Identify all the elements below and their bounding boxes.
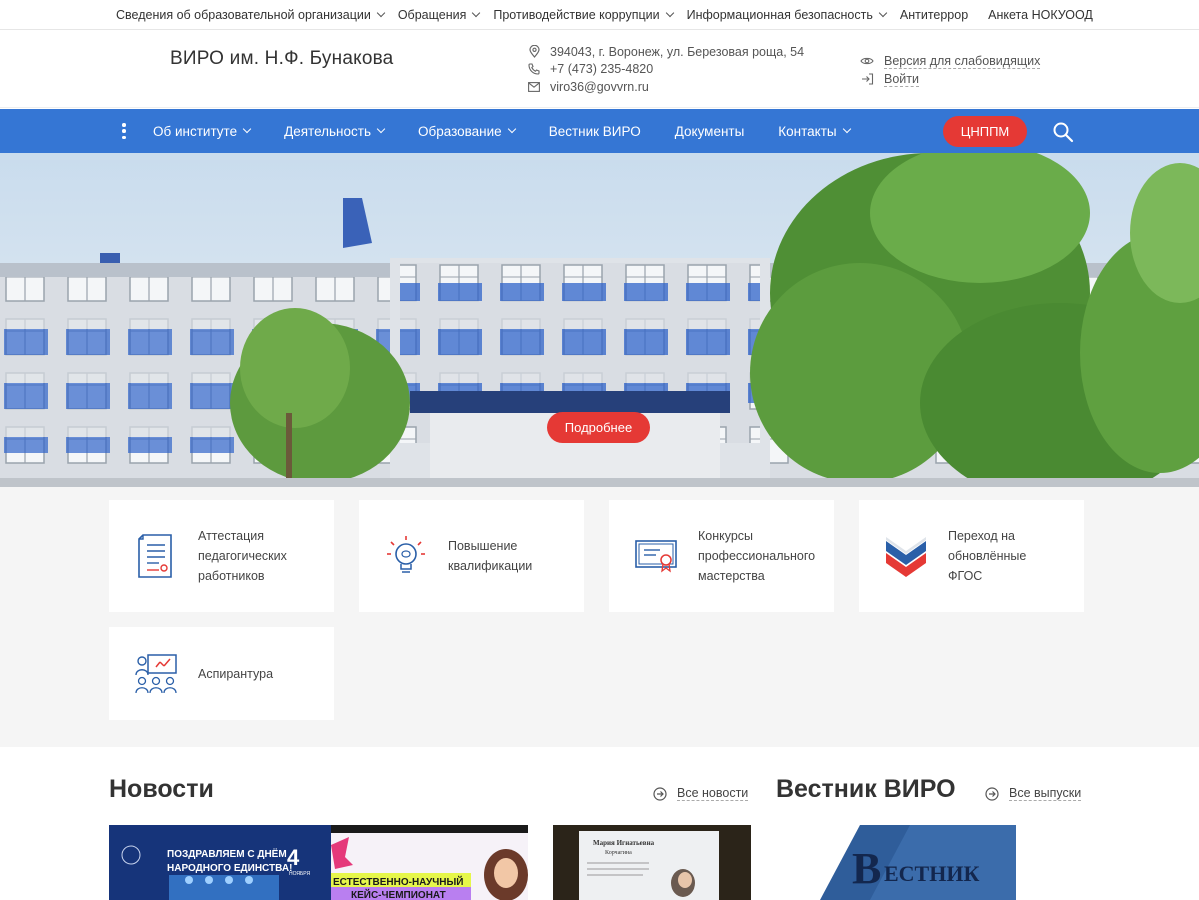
news-caption-line2: НАРОДНОГО ЕДИНСТВА! [167, 863, 292, 874]
topbar-item-appeals[interactable]: Обращения [397, 7, 481, 22]
nav-item-label: Деятельность [284, 123, 371, 139]
all-news-label: Все новости [677, 786, 749, 801]
service-card-label: Аттестация педагогических работников [198, 529, 287, 583]
vestnik-cover-art: В ЕСТНИК [800, 825, 1016, 900]
news-caption-line2: Корчагина [605, 850, 632, 856]
lightbulb-icon [384, 532, 428, 580]
vestnik-cover-word: ЕСТНИК [884, 861, 979, 886]
topbar-item-label: Анкета НОКУООД [988, 7, 1093, 22]
chevron-down-icon [376, 8, 386, 17]
topbar-item-survey[interactable]: Анкета НОКУООД [988, 8, 1093, 22]
service-card-fgos[interactable]: Переход на обновлённые ФГОС [859, 500, 1084, 612]
news-caption-line2: КЕЙС-ЧЕМПИОНАТ [351, 888, 446, 900]
news-card-unity-day[interactable]: ПОЗДРАВЛЯЕМ С ДНЁМ НАРОДНОГО ЕДИНСТВА! 4… [109, 825, 334, 900]
news-card-conference[interactable]: Мария Игнатьевна Корчагина [553, 825, 751, 900]
vestnik-heading: Вестник ВИРО [776, 775, 956, 803]
chevron-down-icon [878, 8, 888, 17]
chevron-down-icon [376, 124, 386, 134]
arrow-circle-right-icon [985, 786, 999, 801]
site-header: ВИРО им. Н.Ф. Бунакова 394043, г. Вороне… [0, 30, 1199, 108]
nav-item-documents[interactable]: Документы [675, 124, 745, 139]
nav-item-activity[interactable]: Деятельность [284, 123, 386, 139]
service-card-attestation[interactable]: Аттестация педагогических работников [109, 500, 334, 612]
services-section: Аттестация педагогических работников Повыш… [0, 487, 1199, 747]
address-text: 394043, г. Воронеж, ул. Березовая роща, … [550, 44, 805, 59]
topbar-item-label: Сведения об образовательной организации [116, 7, 371, 22]
hero-more-button[interactable]: Подробнее [547, 412, 650, 443]
address-row: 394043, г. Воронеж, ул. Березовая роща, … [527, 43, 804, 61]
news-card-case-championship[interactable]: ЕСТЕСТВЕННО-НАУЧНЫЙ КЕЙС-ЧЕМПИОНАТ [331, 825, 528, 900]
eye-icon [860, 54, 874, 68]
chevron-down-icon [842, 124, 851, 134]
news-thumbnail: Мария Игнатьевна Корчагина [553, 825, 751, 900]
login-arrow-icon [860, 72, 874, 86]
login-label: Войти [884, 71, 919, 87]
topbar-item-label: Антитеррор [899, 7, 969, 22]
topbar-item-label: Обращения [397, 7, 467, 22]
map-pin-icon [527, 45, 541, 59]
topbar-item-org-info[interactable]: Сведения об образовательной организации [116, 7, 386, 22]
header-links: Версия для слабовидящих Войти [860, 52, 1041, 88]
phone-text: +7 (473) 235-4820 [550, 62, 654, 77]
fgos-logo-icon [884, 532, 928, 580]
chevron-down-icon [507, 124, 516, 134]
phone-row[interactable]: +7 (473) 235-4820 [527, 61, 804, 79]
chevron-down-icon [242, 124, 252, 134]
all-news-link[interactable]: Все новости [653, 786, 749, 801]
phone-icon [527, 62, 541, 76]
cnppm-button[interactable]: ЦНППМ [943, 116, 1027, 147]
arrow-circle-right-icon [653, 786, 667, 801]
nav-item-label: Об институте [153, 123, 238, 139]
nav-item-label: Образование [418, 123, 502, 139]
news-caption-line1: ЕСТЕСТВЕННО-НАУЧНЫЙ [333, 875, 463, 888]
accessibility-label: Версия для слабовидящих [884, 53, 1041, 69]
nav-item-label: Документы [674, 123, 745, 139]
topbar-item-label: Противодействие коррупции [493, 7, 660, 22]
service-card-label: Конкурсы профессионального мастерства [698, 529, 816, 583]
topbar-item-infosec[interactable]: Информационная безопасность [686, 7, 888, 22]
mail-icon [527, 80, 541, 94]
document-icon [134, 532, 178, 580]
news-date-month: НОЯБРЯ [289, 871, 311, 877]
news-heading: Новости [109, 775, 214, 803]
email-text: viro36@govvrn.ru [550, 79, 649, 94]
chevron-down-icon [665, 8, 674, 17]
nav-item-label: Вестник ВИРО [548, 123, 641, 139]
news-caption-line1: Мария Игнатьевна [593, 839, 655, 847]
classroom-icon [134, 650, 178, 698]
vestnik-cover-initial: В [852, 844, 881, 893]
nav-item-vestnik[interactable]: Вестник ВИРО [549, 124, 641, 139]
all-issues-label: Все выпуски [1009, 786, 1082, 801]
topbar-item-anticorruption[interactable]: Противодействие коррупции [493, 7, 674, 22]
service-card-qualification[interactable]: Повышение квалификации [359, 500, 584, 612]
certificate-icon [634, 532, 678, 580]
news-thumbnail: ПОЗДРАВЛЯЕМ С ДНЁМ НАРОДНОГО ЕДИНСТВА! 4… [109, 825, 334, 900]
service-card-label: Повышение квалификации [448, 539, 533, 573]
nav-item-education[interactable]: Образование [418, 123, 516, 139]
email-row[interactable]: viro36@govvrn.ru [527, 78, 804, 96]
topbar-item-label: Информационная безопасность [686, 7, 873, 22]
nav-item-about[interactable]: Об институте [153, 123, 252, 139]
chevron-down-icon [472, 8, 481, 17]
news-date-day: 4 [287, 845, 300, 870]
nav-item-label: Контакты [778, 123, 837, 139]
contact-info: 394043, г. Воронеж, ул. Березовая роща, … [527, 43, 804, 96]
nav-item-contacts[interactable]: Контакты [778, 123, 851, 139]
news-caption-line1: ПОЗДРАВЛЯЕМ С ДНЁМ [167, 847, 287, 860]
more-menu-icon[interactable] [121, 123, 127, 139]
login-link[interactable]: Войти [860, 70, 1040, 88]
news-thumbnail: ЕСТЕСТВЕННО-НАУЧНЫЙ КЕЙС-ЧЕМПИОНАТ [331, 825, 528, 900]
all-issues-link[interactable]: Все выпуски [985, 786, 1082, 801]
top-utility-bar: Сведения об образовательной организации … [0, 0, 1199, 30]
service-card-contests[interactable]: Конкурсы профессионального мастерства [609, 500, 834, 612]
topbar-item-antiterror[interactable]: Антитеррор [900, 8, 968, 22]
service-card-label: Переход на обновлённые ФГОС [948, 529, 1027, 583]
service-card-postgraduate[interactable]: Аспирантура [109, 627, 334, 720]
accessibility-link[interactable]: Версия для слабовидящих [860, 52, 1041, 70]
vestnik-cover[interactable]: В ЕСТНИК [800, 825, 1016, 900]
service-card-label: Аспирантура [198, 666, 274, 681]
search-icon[interactable] [1052, 121, 1074, 143]
site-title[interactable]: ВИРО им. Н.Ф. Бунакова [170, 48, 393, 70]
